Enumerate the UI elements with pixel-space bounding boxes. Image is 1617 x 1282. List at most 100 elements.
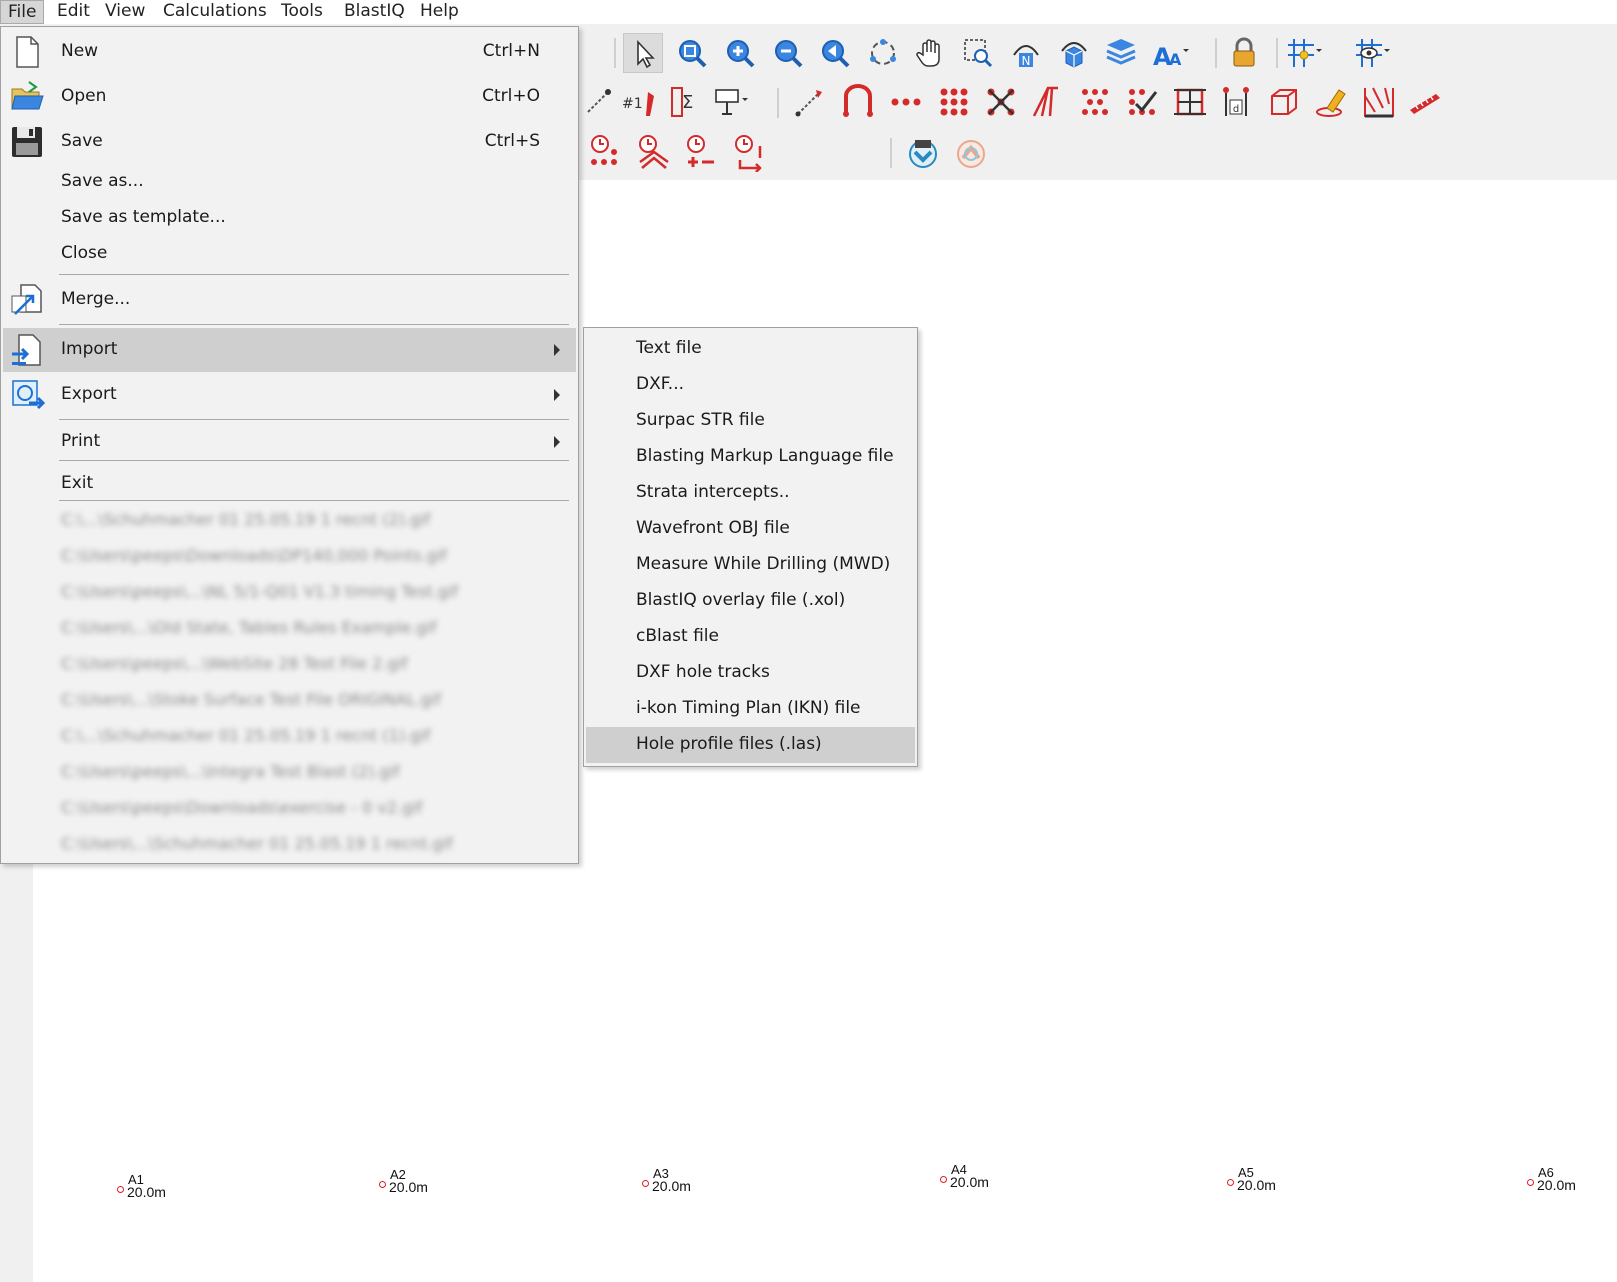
blast-hole[interactable]: A6 20.0m [1527,1161,1607,1197]
menu-item-close[interactable]: Close [3,234,576,270]
angle-icon[interactable] [1028,82,1068,122]
pan-hand-icon[interactable] [911,33,951,73]
menu-view[interactable]: View [98,0,152,24]
menu-item-open[interactable]: Open Ctrl+O [3,77,576,117]
import-surpac-str[interactable]: Surpac STR file [586,403,915,439]
grid-visibility-icon[interactable] [1352,33,1392,73]
hole-length: 20.0m [1537,1177,1576,1193]
zoom-previous-icon[interactable] [815,33,855,73]
north-view-icon[interactable]: N [1006,33,1046,73]
blast-hole[interactable]: A3 20.0m [642,1162,722,1198]
menu-item-export[interactable]: Export [3,375,576,415]
timing-delay-icon[interactable] [682,132,722,172]
recent-file-item[interactable]: C:\Users\peeps\Downloads\DP140,000 Point… [61,546,447,565]
recent-file-item[interactable]: C:\Users\peeps\...\WebSite 28 Test File … [61,654,408,673]
submenu-item-label: Strata intercepts.. [636,482,790,502]
submenu-arrow-icon [554,389,560,401]
menu-help[interactable]: Help [413,0,466,24]
ruler-icon[interactable] [1406,82,1446,122]
menu-item-print[interactable]: Print [3,422,576,462]
submenu-item-label: i-kon Timing Plan (IKN) file [636,698,861,718]
submenu-item-label: Measure While Drilling (MWD) [636,554,891,574]
import-cblast-file[interactable]: cBlast file [586,619,915,655]
recent-file-item[interactable]: C:\...\Schuhmacher 01 25.05.19 1 recnt (… [61,726,430,745]
snap-grid-icon[interactable] [1284,33,1324,73]
line-measure-icon[interactable] [790,82,830,122]
timing-holes-icon[interactable] [586,132,626,172]
import-ikon-timing-plan[interactable]: i-kon Timing Plan (IKN) file [586,691,915,727]
zoom-out-icon[interactable] [768,33,808,73]
import-blastiq-overlay[interactable]: BlastIQ overlay file (.xol) [586,583,915,619]
recent-file-item[interactable]: C:\Users\peeps\...\NL 5/1-Q01 V1.3 timin… [61,582,458,601]
hole-row-icon[interactable] [886,82,926,122]
menu-item-exit[interactable]: Exit [3,464,576,504]
import-text-file[interactable]: Text file [586,331,915,367]
rotate-icon[interactable] [863,33,903,73]
blastiq-sync-icon[interactable] [903,132,943,172]
lock-icon[interactable] [1224,33,1264,73]
menu-item-new[interactable]: New Ctrl+N [3,32,576,72]
menu-item-save[interactable]: Save Ctrl+S [3,122,576,162]
menu-blastiq[interactable]: BlastIQ [337,0,412,24]
import-dxf[interactable]: DXF... [586,367,915,403]
text-size-icon[interactable]: AA [1151,33,1191,73]
recent-file-item[interactable]: C:\Users\...\Old State, Tables Rules Exa… [61,618,436,637]
submenu-item-label: Surpac STR file [636,410,765,430]
hole-label-icon[interactable]: d [1216,82,1256,122]
import-mwd[interactable]: Measure While Drilling (MWD) [586,547,915,583]
connector-icon[interactable] [838,82,878,122]
zoom-window-icon[interactable] [958,33,998,73]
recent-file-item[interactable]: C:\Users\...\Schuhmacher 01 25.05.19 1 r… [61,834,453,853]
menu-edit[interactable]: Edit [50,0,97,24]
hole-marker [1527,1179,1534,1186]
svg-text:d: d [1233,104,1239,115]
zoom-in-icon[interactable] [720,33,760,73]
blast-hole[interactable]: A2 20.0m [379,1163,459,1199]
menu-calculations[interactable]: Calculations [156,0,274,24]
menu-item-label: Close [61,243,108,263]
timing-swap-icon[interactable] [730,132,770,172]
volume-icon[interactable] [1264,82,1304,122]
menu-item-save-as-template[interactable]: Save as template... [3,198,576,234]
submenu-item-label: BlastIQ overlay file (.xol) [636,590,846,610]
line-tool-icon[interactable] [580,82,620,122]
recent-file-item[interactable]: C:\Users\peeps\...\Integra Test Blast (2… [61,762,400,781]
menu-separator [59,460,569,461]
recent-file-item[interactable]: C:\Users\...\Stoke Surface Test File ORI… [61,690,441,709]
check-holes-icon[interactable] [1122,82,1162,122]
blast-hole[interactable]: A4 20.0m [940,1158,1020,1194]
blast-hole[interactable]: A1 20.0m [117,1168,197,1204]
import-blasting-markup[interactable]: Blasting Markup Language file [586,439,915,475]
select-arrow-icon[interactable] [623,33,663,73]
timing-echelon-icon[interactable] [634,132,674,172]
menu-item-import[interactable]: Import [3,328,576,372]
blastiq-cloud-icon[interactable] [951,132,991,172]
import-strata-intercepts[interactable]: Strata intercepts.. [586,475,915,511]
import-hole-profile-las[interactable]: Hole profile files (.las) [586,727,915,763]
hole-number-icon[interactable]: #1 [620,82,660,122]
stemming-icon[interactable] [710,82,750,122]
face-profile-icon[interactable] [1359,82,1399,122]
grid-holes-icon[interactable] [1075,82,1115,122]
highlighter-icon[interactable] [1311,82,1351,122]
recent-file-item[interactable]: C:\Users\peeps\Downloads\exercise - 0 v2… [61,798,422,817]
menu-tools[interactable]: Tools [274,0,330,24]
hole-length: 20.0m [389,1179,428,1195]
layers-icon[interactable] [1101,33,1141,73]
3d-view-icon[interactable] [1054,33,1094,73]
menu-item-save-as[interactable]: Save as... [3,162,576,198]
menu-item-label: Open [61,86,107,106]
boundary-icon[interactable] [1170,82,1210,122]
menu-item-merge[interactable]: Merge... [3,280,576,320]
menu-file[interactable]: File [0,0,45,24]
recent-file-item[interactable]: C:\...\Schuhmacher 01 25.05.19 1 recnt (… [61,510,430,529]
blast-hole[interactable]: A5 20.0m [1227,1161,1307,1197]
hole-pattern-icon[interactable] [934,82,974,122]
zoom-extents-icon[interactable] [672,33,712,73]
menu-item-label: Save as template... [61,207,226,227]
delete-holes-icon[interactable] [981,82,1021,122]
sum-icon[interactable]: Σ [664,82,704,122]
import-wavefront-obj[interactable]: Wavefront OBJ file [586,511,915,547]
hole-length: 20.0m [652,1178,691,1194]
import-dxf-hole-tracks[interactable]: DXF hole tracks [586,655,915,691]
